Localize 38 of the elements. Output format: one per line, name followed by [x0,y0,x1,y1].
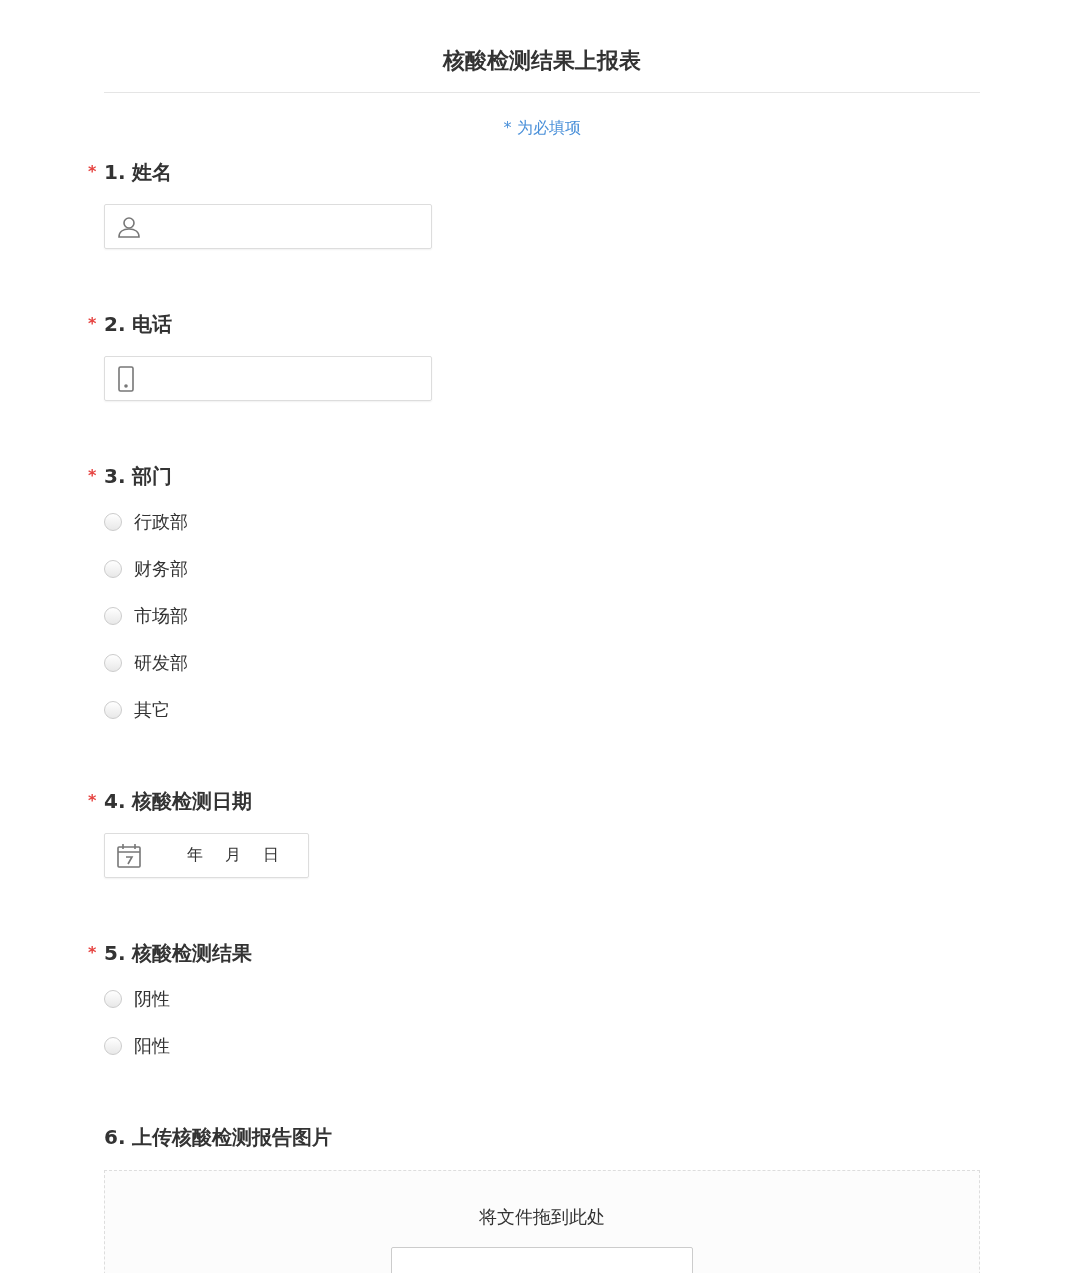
input-field[interactable] [104,204,432,249]
option-label[interactable]: 市场部 [134,603,188,628]
required-asterisk: * [88,313,97,335]
upload-dropzone[interactable]: 将文件拖到此处 [104,1170,980,1273]
date-part-label: 年 [187,845,203,866]
required-asterisk: * [88,161,97,183]
required-asterisk: * [88,790,97,812]
required-asterisk: * [88,465,97,487]
question-title: 2. 电话 [104,311,173,338]
question-title: 6. 上传核酸检测报告图片 [104,1124,333,1151]
question-title: 1. 姓名 [104,159,173,186]
radio-button[interactable] [104,1036,122,1055]
phone-icon [117,365,135,392]
radio-button[interactable] [104,700,122,719]
option-label[interactable]: 研发部 [134,650,188,675]
radio-button[interactable] [104,989,122,1008]
option-label[interactable]: 阴性 [134,986,170,1011]
required-asterisk: * [88,942,97,964]
radio-button[interactable] [104,653,122,672]
option-label[interactable]: 其它 [134,697,170,722]
input-field[interactable] [104,356,432,401]
option-label[interactable]: 阳性 [134,1033,170,1058]
question-title: 3. 部门 [104,463,173,490]
required-note: * 为必填项 [502,117,582,139]
radio-button[interactable] [104,512,122,531]
option-label[interactable]: 财务部 [134,556,188,581]
person-icon [117,214,141,239]
dropzone-text: 将文件拖到此处 [479,1205,605,1229]
option-label[interactable]: 行政部 [134,509,188,534]
date-part-label: 日 [263,845,279,866]
calendar-icon [117,843,141,868]
date-field[interactable]: 年 月 日 [104,833,309,878]
question-title: 4. 核酸检测日期 [104,788,253,815]
form-title: 核酸检测结果上报表 [441,47,642,75]
question-title: 5. 核酸检测结果 [104,940,253,967]
radio-button[interactable] [104,606,122,625]
radio-button[interactable] [104,559,122,578]
date-part-label: 月 [225,845,241,866]
